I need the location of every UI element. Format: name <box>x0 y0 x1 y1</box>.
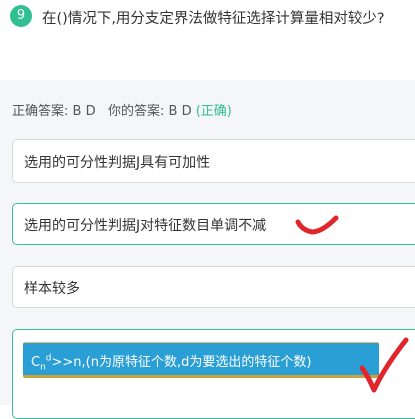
option-c[interactable]: 样本较多 <box>12 266 415 308</box>
question-header: 9 在()情况下,用分支定界法做特征选择计算量相对较少? <box>0 0 415 80</box>
formula-base: C <box>31 355 41 370</box>
red-check-icon <box>295 215 339 235</box>
formula-rest: >>n,(n为原特征个数,d为要选出的特征个数) <box>51 355 312 370</box>
your-answer-value: B D <box>168 104 192 119</box>
correct-answer-label: 正确答案: <box>12 104 69 119</box>
answer-summary: 正确答案: B D 你的答案: B D (正确) <box>12 100 232 119</box>
option-d-formula-image: Cnd>>n,(n为原特征个数,d为要选出的特征个数) <box>23 342 379 378</box>
question-number-badge: 9 <box>10 5 32 27</box>
option-b[interactable]: 选用的可分性判据J对特征数目单调不减 <box>12 203 415 245</box>
red-check-icon <box>359 337 409 393</box>
formula-subscript: n <box>40 362 46 373</box>
option-a-text: 选用的可分性判据J具有可加性 <box>24 155 211 171</box>
your-answer-label: 你的答案: <box>108 104 165 119</box>
option-a[interactable]: 选用的可分性判据J具有可加性 <box>12 139 415 183</box>
answer-status: (正确) <box>195 104 232 119</box>
question-text: 在()情况下,用分支定界法做特征选择计算量相对较少? <box>42 11 385 27</box>
option-c-text: 样本较多 <box>24 281 80 297</box>
option-d[interactable]: Cnd>>n,(n为原特征个数,d为要选出的特征个数) <box>12 329 415 419</box>
option-d-formula: Cnd>>n,(n为原特征个数,d为要选出的特征个数) <box>31 351 311 373</box>
option-b-text: 选用的可分性判据J对特征数目单调不减 <box>24 218 267 234</box>
correct-answer-value: B D <box>72 104 96 119</box>
